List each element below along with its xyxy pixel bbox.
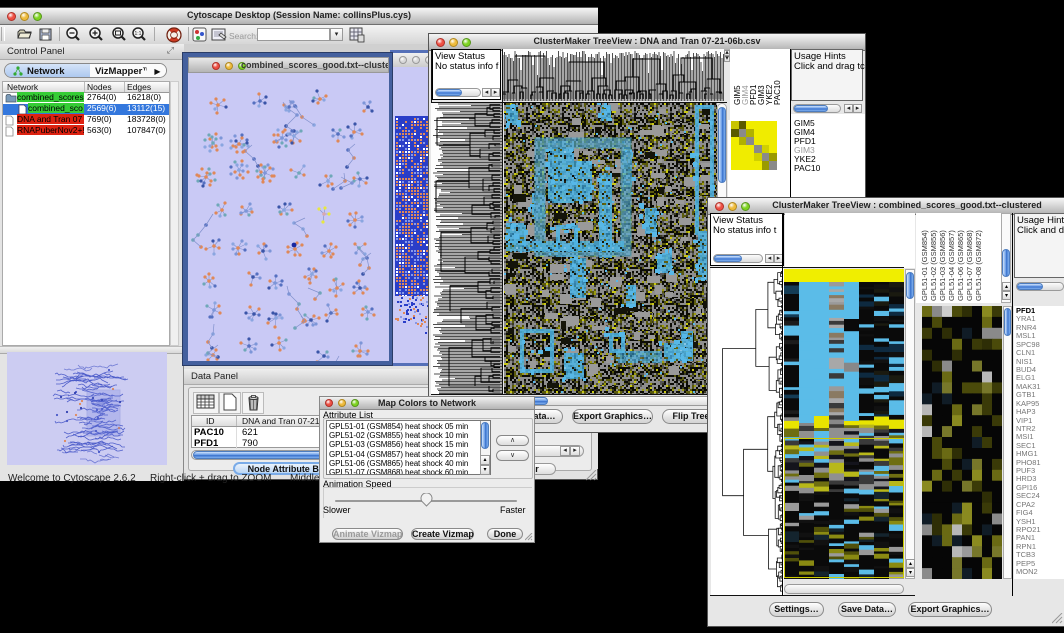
svg-text:1:1: 1:1 [135, 31, 142, 37]
